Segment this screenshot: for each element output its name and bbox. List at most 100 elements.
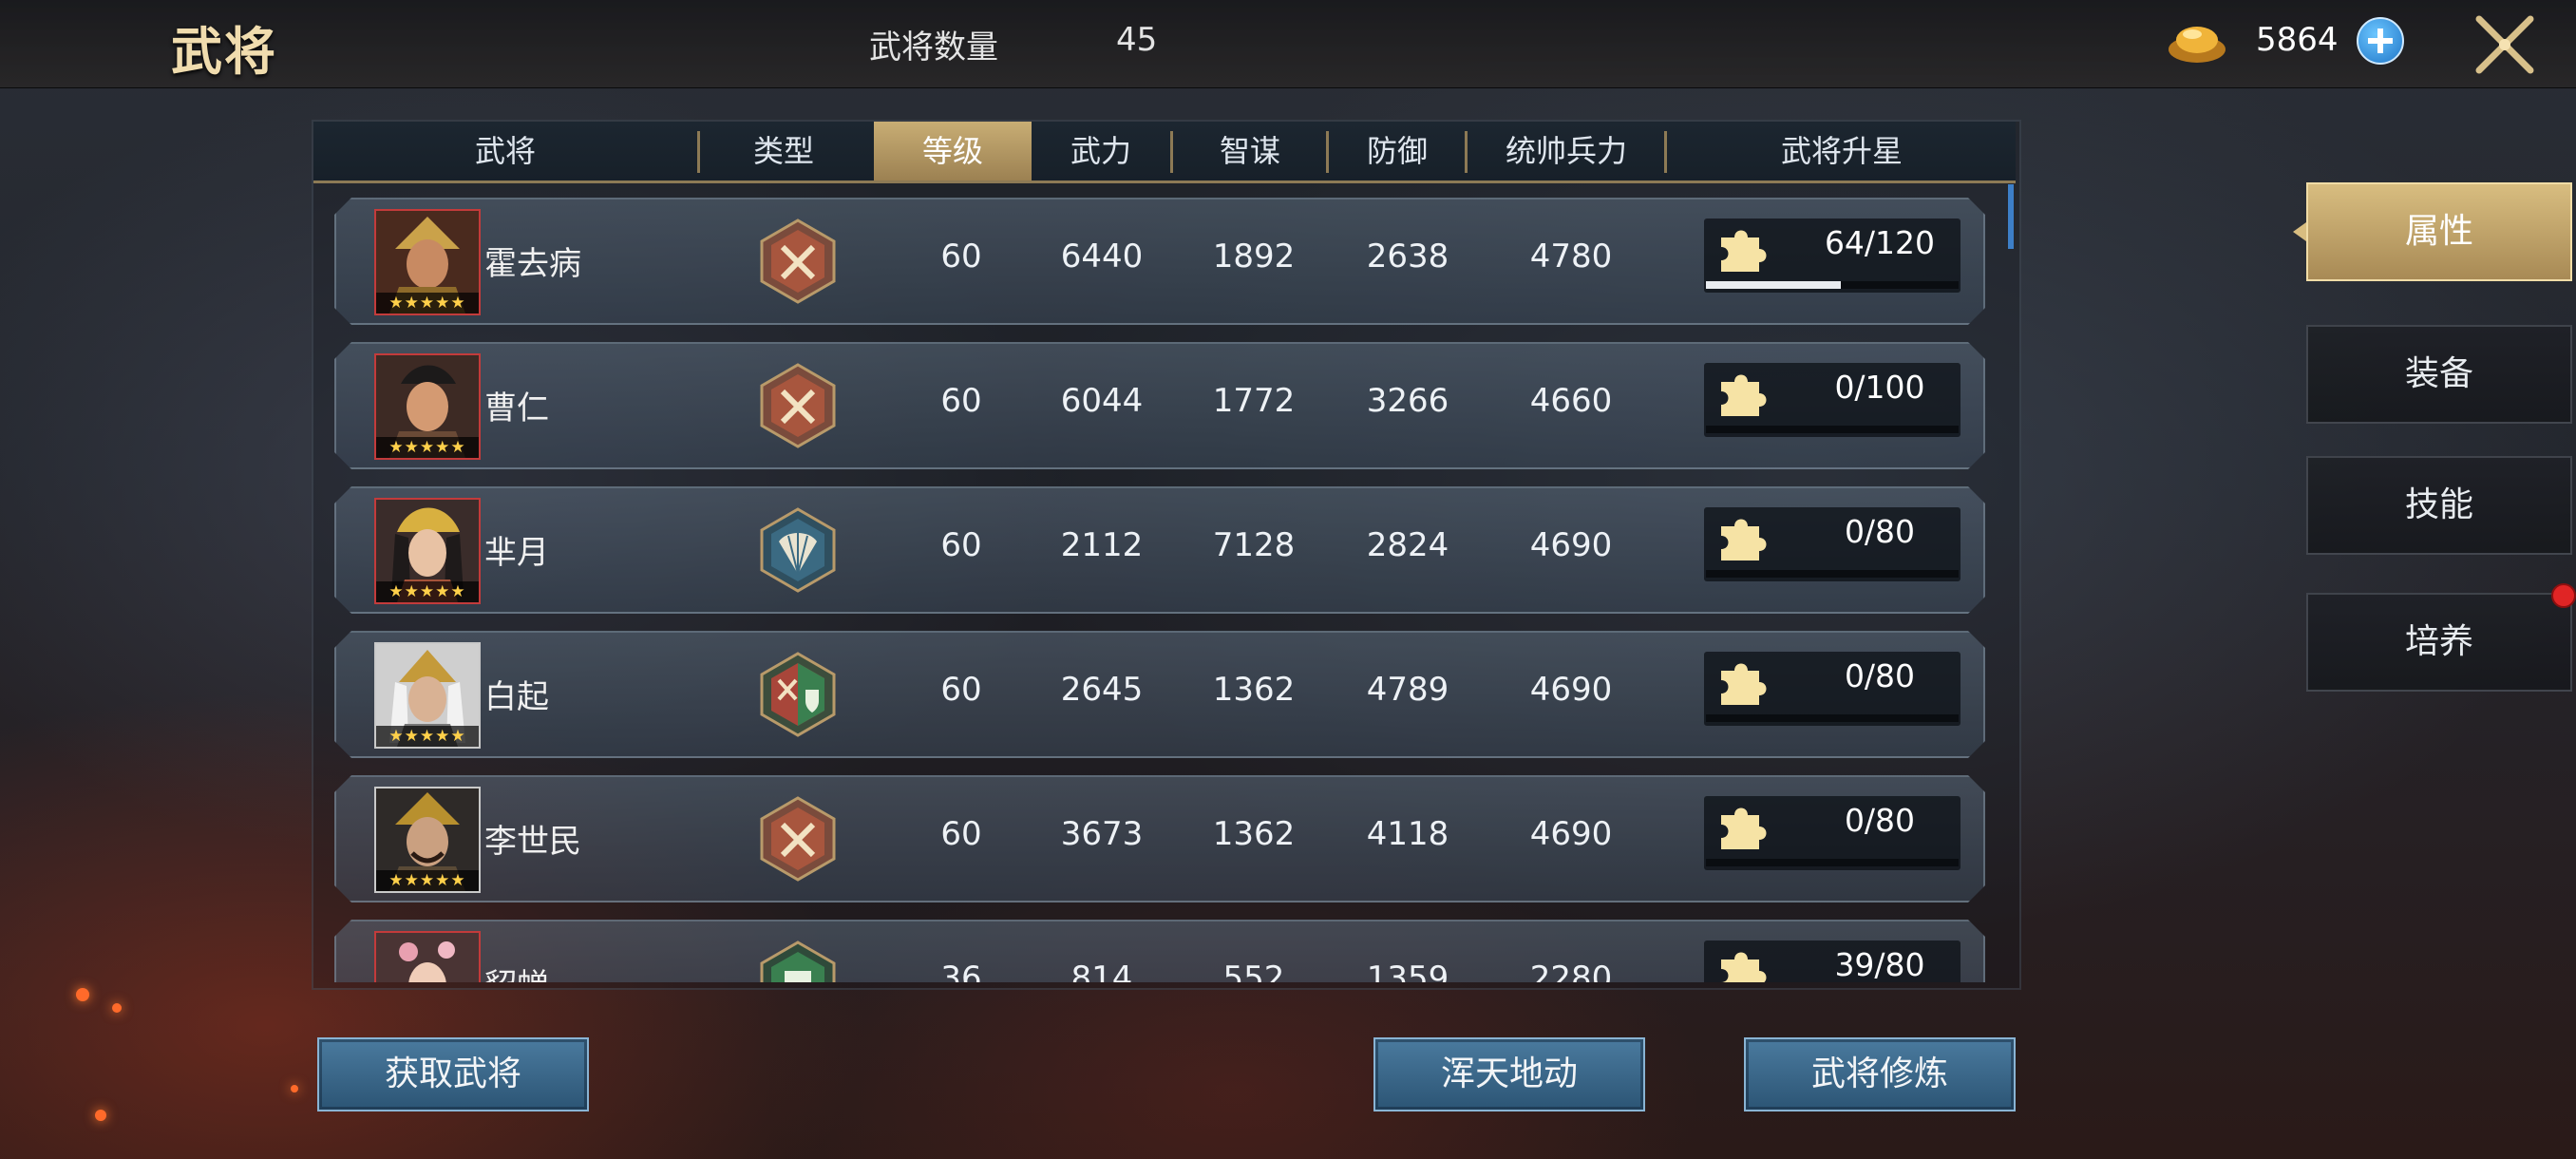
sword-shield-icon xyxy=(758,652,838,737)
tab-skills[interactable]: 技能 xyxy=(2306,456,2572,555)
column-defense[interactable]: 防御 xyxy=(1330,122,1465,180)
star-up-progress[interactable]: 64/120 xyxy=(1704,218,1960,293)
puzzle-fragment-icon xyxy=(1714,222,1769,277)
star-up-progress[interactable]: 39/80 xyxy=(1704,940,1960,982)
intellect-value: 1772 xyxy=(1212,382,1296,420)
force-value: 3673 xyxy=(1060,815,1144,853)
general-name: 李世民 xyxy=(484,823,581,861)
column-divider xyxy=(1664,131,1667,173)
star-rating: ★★★★★ xyxy=(376,726,479,747)
general-portrait: ★★★★★ xyxy=(374,787,481,893)
star-up-progress[interactable]: 0/80 xyxy=(1704,507,1960,581)
force-value: 2645 xyxy=(1060,671,1144,709)
column-force[interactable]: 武力 xyxy=(1032,122,1170,180)
general-portrait: ★★★★★ xyxy=(374,498,481,604)
intellect-value: 7128 xyxy=(1212,526,1296,564)
column-general[interactable]: 武将 xyxy=(313,122,697,180)
table-row[interactable]: ★★★★★ 貂蝉 36 814 552 1359 2280 39/80 xyxy=(334,920,1985,982)
table-row[interactable]: ★★★★★ 曹仁 60 6044 1772 3266 4660 0/100 xyxy=(334,342,1985,469)
star-progress-bar xyxy=(1706,426,1959,433)
ember xyxy=(112,1003,122,1013)
general-portrait: ★★★★★ xyxy=(374,931,481,982)
defense-value: 2638 xyxy=(1366,238,1449,276)
ember xyxy=(95,1110,106,1121)
general-name: 曹仁 xyxy=(484,390,549,428)
column-intellect[interactable]: 智谋 xyxy=(1174,122,1326,180)
top-bar: 武将 武将数量 45 5864 xyxy=(0,0,2576,88)
force-value: 814 xyxy=(1070,960,1133,982)
ember xyxy=(76,988,89,1001)
star-rating: ★★★★★ xyxy=(376,437,479,458)
add-currency-button[interactable] xyxy=(2357,17,2404,65)
force-value: 2112 xyxy=(1060,526,1144,564)
train-general-button[interactable]: 武将修炼 xyxy=(1744,1037,2016,1112)
table-row[interactable]: ★★★★★ 霍去病 60 6440 1892 2638 4780 64/120 xyxy=(334,198,1985,325)
defense-value: 1359 xyxy=(1366,960,1449,982)
crossed-swords-icon xyxy=(758,796,838,882)
star-progress-text: 0/80 xyxy=(1844,657,1916,694)
star-progress-bar xyxy=(1706,281,1959,289)
general-portrait: ★★★★★ xyxy=(374,353,481,460)
level-value: 60 xyxy=(940,671,982,709)
star-up-progress[interactable]: 0/80 xyxy=(1704,652,1960,726)
level-value: 36 xyxy=(940,960,982,982)
star-progress-text: 0/80 xyxy=(1844,513,1916,550)
command-value: 4690 xyxy=(1529,815,1613,853)
general-name: 芈月 xyxy=(484,534,549,572)
general-count-label: 武将数量 xyxy=(869,28,998,66)
star-progress-text: 0/80 xyxy=(1844,802,1916,839)
force-value: 6044 xyxy=(1060,382,1144,420)
defense-value: 3266 xyxy=(1366,382,1449,420)
gold-ingot-icon xyxy=(2169,27,2226,63)
table-row[interactable]: ★★★★★ 白起 60 2645 1362 4789 4690 0/80 xyxy=(334,631,1985,758)
ember xyxy=(291,1085,298,1092)
general-name: 白起 xyxy=(484,678,549,716)
puzzle-fragment-icon xyxy=(1714,367,1769,422)
star-progress-bar xyxy=(1706,714,1959,722)
defense-value: 4789 xyxy=(1366,671,1449,709)
intellect-value: 1362 xyxy=(1212,671,1296,709)
tab-cultivate[interactable]: 培养 xyxy=(2306,593,2572,692)
table-row[interactable]: ★★★★★ 芈月 60 2112 7128 2824 4690 0/80 xyxy=(334,486,1985,614)
table-scrollbar[interactable] xyxy=(2008,184,2014,249)
general-count-value: 45 xyxy=(1116,21,1158,59)
tab-equipment[interactable]: 装备 xyxy=(2306,325,2572,424)
general-portrait: ★★★★★ xyxy=(374,642,481,749)
page-title: 武将 xyxy=(171,21,277,82)
column-divider xyxy=(1170,131,1173,173)
defense-value: 2824 xyxy=(1366,526,1449,564)
table-header: 武将 类型 等级 武力 智谋 防御 统帅兵力 武将升星 xyxy=(313,122,2016,183)
recruit-general-button[interactable]: 获取武将 xyxy=(317,1037,589,1112)
star-up-progress[interactable]: 0/80 xyxy=(1704,796,1960,870)
column-divider xyxy=(1465,131,1468,173)
currency-value: 5864 xyxy=(2256,21,2339,59)
intellect-value: 1892 xyxy=(1212,238,1296,276)
tab-attributes[interactable]: 属性 xyxy=(2293,182,2572,281)
star-progress-fill xyxy=(1706,281,1841,289)
table-body[interactable]: ★★★★★ 霍去病 60 6440 1892 2638 4780 64/120 xyxy=(313,186,2016,982)
column-command[interactable]: 统帅兵力 xyxy=(1468,122,1664,180)
command-value: 4780 xyxy=(1529,238,1613,276)
star-progress-text: 39/80 xyxy=(1834,946,1925,982)
close-icon[interactable] xyxy=(2472,11,2538,78)
defense-value: 4118 xyxy=(1366,815,1449,853)
level-value: 60 xyxy=(940,382,982,420)
star-progress-text: 0/100 xyxy=(1834,369,1925,406)
general-name: 霍去病 xyxy=(484,245,581,283)
column-star-up[interactable]: 武将升星 xyxy=(1668,122,2016,180)
level-value: 60 xyxy=(940,526,982,564)
notification-dot xyxy=(2551,583,2576,608)
puzzle-fragment-icon xyxy=(1714,944,1769,982)
column-divider xyxy=(1326,131,1329,173)
star-progress-bar xyxy=(1706,859,1959,866)
column-type[interactable]: 类型 xyxy=(701,122,866,180)
command-value: 4690 xyxy=(1529,526,1613,564)
table-row[interactable]: ★★★★★ 李世民 60 3673 1362 4118 4690 0/80 xyxy=(334,775,1985,902)
star-up-progress[interactable]: 0/100 xyxy=(1704,363,1960,437)
puzzle-fragment-icon xyxy=(1714,511,1769,566)
general-portrait: ★★★★★ xyxy=(374,209,481,315)
fan-icon xyxy=(758,507,838,593)
level-value: 60 xyxy=(940,815,982,853)
column-level[interactable]: 等级 xyxy=(874,122,1032,180)
skill-button[interactable]: 浑天地动 xyxy=(1373,1037,1645,1112)
